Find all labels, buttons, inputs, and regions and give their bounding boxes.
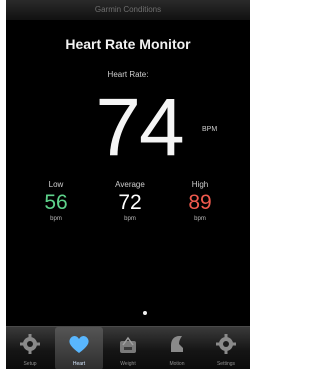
average-stat: Average 72 bpm: [98, 180, 162, 224]
tab-setup-label: Setup: [23, 361, 37, 367]
status-bar: Garmin Conditions: [6, 0, 250, 20]
gear-icon: [20, 334, 40, 354]
tab-settings-label: Settings: [216, 361, 236, 367]
average-value: 72: [118, 191, 142, 214]
low-value: 56: [44, 191, 68, 214]
high-unit: bpm: [194, 216, 206, 222]
current-heart-rate-value: 74: [95, 82, 184, 173]
low-unit: bpm: [50, 216, 62, 222]
shoe-icon: [171, 336, 183, 352]
tab-setup[interactable]: Setup: [6, 327, 54, 369]
tab-motion[interactable]: Motion: [153, 327, 201, 369]
tab-heart-label: Heart: [72, 361, 86, 367]
tab-heart[interactable]: Heart: [55, 327, 103, 369]
tab-motion-label: Motion: [169, 361, 185, 367]
high-stat: High 89 bpm: [168, 180, 232, 224]
tab-weight[interactable]: Weight: [104, 327, 152, 369]
scale-icon: [120, 336, 136, 353]
tab-weight-label: Weight: [120, 361, 136, 367]
heart-rate-label: Heart Rate:: [107, 70, 149, 79]
average-unit: bpm: [124, 216, 136, 222]
high-value: 89: [188, 191, 212, 214]
tab-bar: Setup Heart Weight Motion Settings: [6, 326, 250, 369]
tab-settings[interactable]: Settings: [202, 327, 250, 369]
app-screen: Garmin Conditions Heart Rate Monitor Hea…: [6, 0, 250, 369]
page-title: Heart Rate Monitor: [65, 36, 191, 52]
low-stat: Low 56 bpm: [24, 180, 88, 224]
current-heart-rate-unit: BPM: [202, 126, 218, 133]
status-bar-text: Garmin Conditions: [94, 5, 162, 14]
heart-icon: [69, 336, 89, 353]
gear-icon: [216, 334, 236, 354]
page-indicator-dot[interactable]: [143, 311, 147, 315]
